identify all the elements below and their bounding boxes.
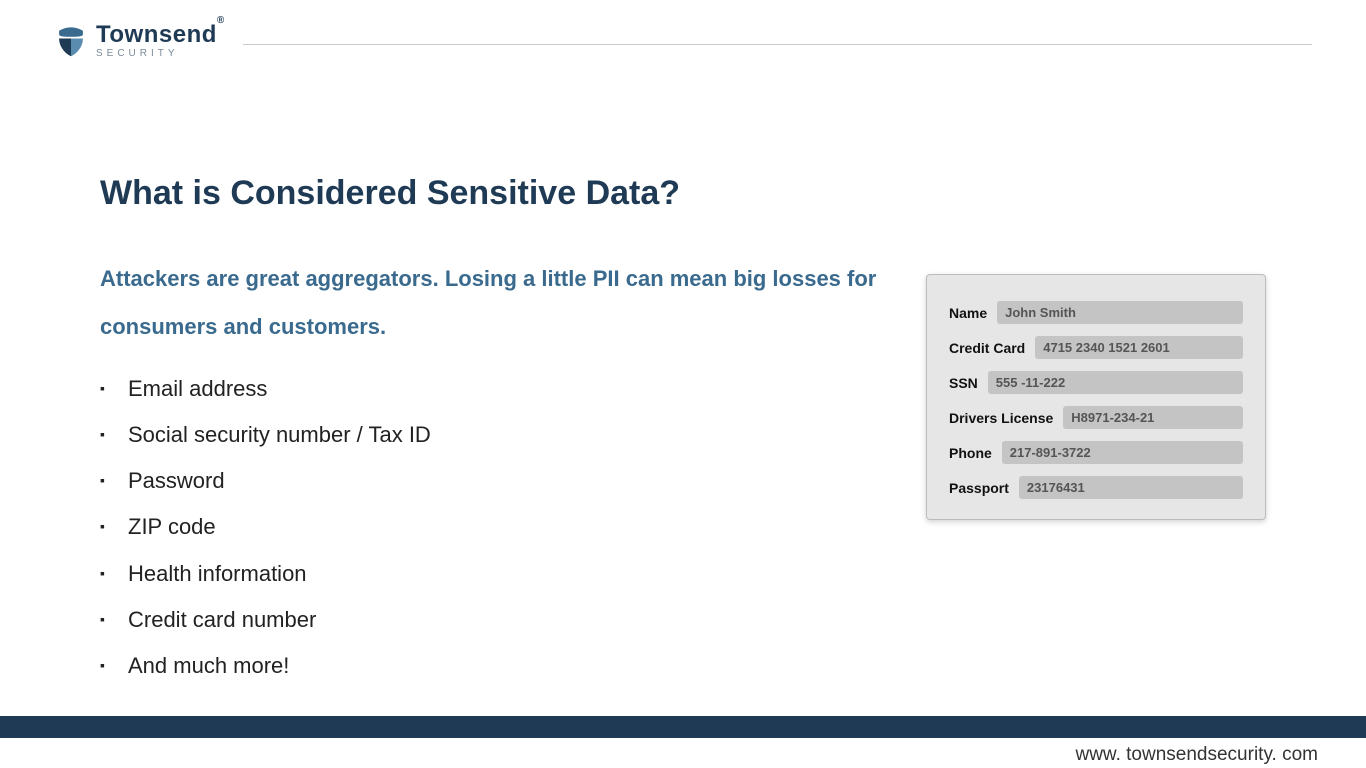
card-value: 4715 2340 1521 2601 [1035,336,1243,359]
card-row-phone: Phone 217-891-3722 [949,441,1243,464]
footer: www. townsendsecurity. com [0,716,1366,768]
card-value: 555 -11-222 [988,371,1243,394]
bullet-item: And much more! [100,643,926,689]
bullet-item: Credit card number [100,597,926,643]
shield-icon [54,24,88,58]
footer-url: www. townsendsecurity. com [0,738,1366,766]
logo-main: Townsend® [96,23,225,47]
footer-bar [0,716,1366,738]
header: Townsend® SECURITY [0,0,1366,64]
card-value: H8971-234-21 [1063,406,1243,429]
card-label: Passport [949,480,1009,496]
card-row-name: Name John Smith [949,301,1243,324]
logo-sub: SECURITY [96,49,225,59]
bullet-item: Social security number / Tax ID [100,412,926,458]
card-row-drivers-license: Drivers License H8971-234-21 [949,406,1243,429]
logo: Townsend® SECURITY [54,23,225,59]
bullet-item: Health information [100,551,926,597]
slide-title: What is Considered Sensitive Data? [100,174,926,213]
card-row-passport: Passport 23176431 [949,476,1243,499]
card-label: Name [949,305,987,321]
card-value: John Smith [997,301,1243,324]
card-value: 23176431 [1019,476,1243,499]
card-row-ssn: SSN 555 -11-222 [949,371,1243,394]
slide-content: What is Considered Sensitive Data? Attac… [0,64,1366,689]
card-label: Credit Card [949,340,1025,356]
slide-subtitle: Attackers are great aggregators. Losing … [100,255,920,352]
example-card-wrap: Name John Smith Credit Card 4715 2340 15… [926,274,1266,689]
logo-text: Townsend® SECURITY [96,23,225,59]
example-card: Name John Smith Credit Card 4715 2340 15… [926,274,1266,520]
bullet-item: Email address [100,366,926,412]
header-divider [243,44,1312,45]
card-label: Drivers License [949,410,1053,426]
bullet-list: Email address Social security number / T… [100,366,926,689]
content-left: What is Considered Sensitive Data? Attac… [100,174,926,689]
card-label: SSN [949,375,978,391]
bullet-item: Password [100,458,926,504]
card-value: 217-891-3722 [1002,441,1243,464]
card-label: Phone [949,445,992,461]
bullet-item: ZIP code [100,504,926,550]
card-row-credit-card: Credit Card 4715 2340 1521 2601 [949,336,1243,359]
